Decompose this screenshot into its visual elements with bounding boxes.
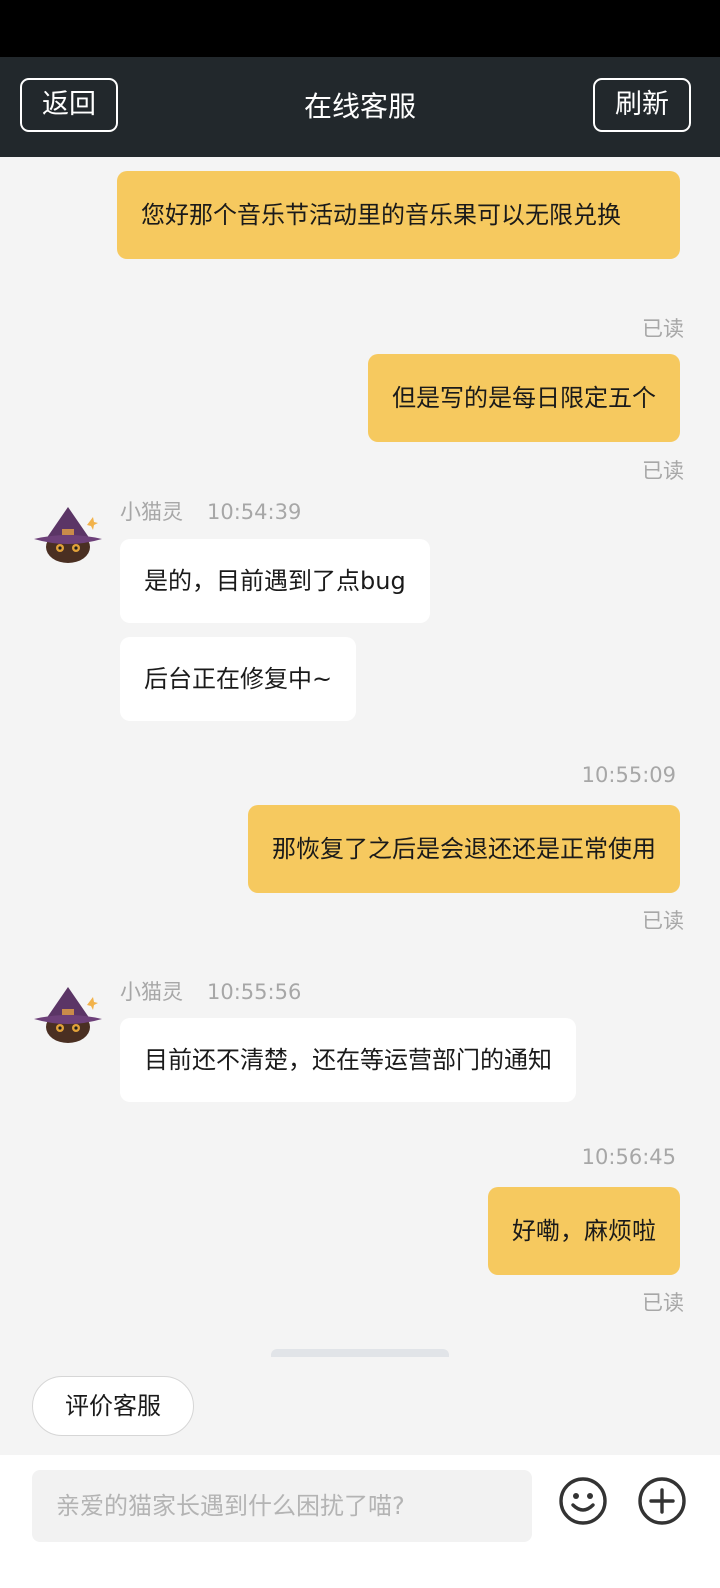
refresh-button[interactable]: 刷新 [593, 78, 691, 132]
user-message-bubble[interactable]: 您好那个音乐节活动里的音乐果可以无限兑换 [117, 171, 680, 259]
rate-service-button[interactable]: 评价客服 [32, 1376, 194, 1436]
read-status: 已读 [642, 317, 684, 341]
agent-name: 小猫灵 [120, 980, 183, 1004]
agent-avatar-cat-wizard-icon [34, 987, 102, 1043]
composer-bar [0, 1455, 720, 1588]
agent-name: 小猫灵 [120, 500, 183, 524]
chat-message-list[interactable]: 您好那个音乐节活动里的音乐果可以无限兑换 已读 但是写的是每日限定五个 已读 小… [0, 157, 720, 1357]
agent-message-bubble[interactable]: 目前还不清楚，还在等运营部门的通知 [120, 1018, 576, 1102]
message-timestamp: 10:55:56 [207, 980, 302, 1004]
scroll-indicator [271, 1349, 449, 1357]
agent-avatar-cat-wizard-icon [34, 507, 102, 563]
message-timestamp: 10:54:39 [207, 500, 302, 524]
plus-circle-icon[interactable] [636, 1475, 688, 1527]
smiley-icon[interactable] [557, 1475, 609, 1527]
user-message-bubble[interactable]: 好嘞，麻烦啦 [488, 1187, 680, 1275]
read-status: 已读 [642, 1291, 684, 1315]
agent-message-meta: 小猫灵 10:55:56 [120, 976, 301, 1006]
read-status: 已读 [642, 909, 684, 933]
agent-message-bubble[interactable]: 后台正在修复中~ [120, 637, 357, 721]
user-message-bubble[interactable]: 那恢复了之后是会退还还是正常使用 [248, 805, 680, 893]
status-bar [0, 0, 720, 57]
read-status: 已读 [642, 459, 684, 483]
message-timestamp: 10:55:09 [581, 763, 676, 787]
top-nav-bar: 返回 在线客服 刷新 [0, 57, 720, 157]
agent-message-meta: 小猫灵 10:54:39 [120, 496, 301, 526]
message-timestamp: 10:56:45 [581, 1145, 676, 1169]
agent-message-bubble[interactable]: 是的，目前遇到了点bug [120, 539, 430, 623]
message-input[interactable] [32, 1470, 532, 1542]
user-message-bubble[interactable]: 但是写的是每日限定五个 [368, 354, 680, 442]
